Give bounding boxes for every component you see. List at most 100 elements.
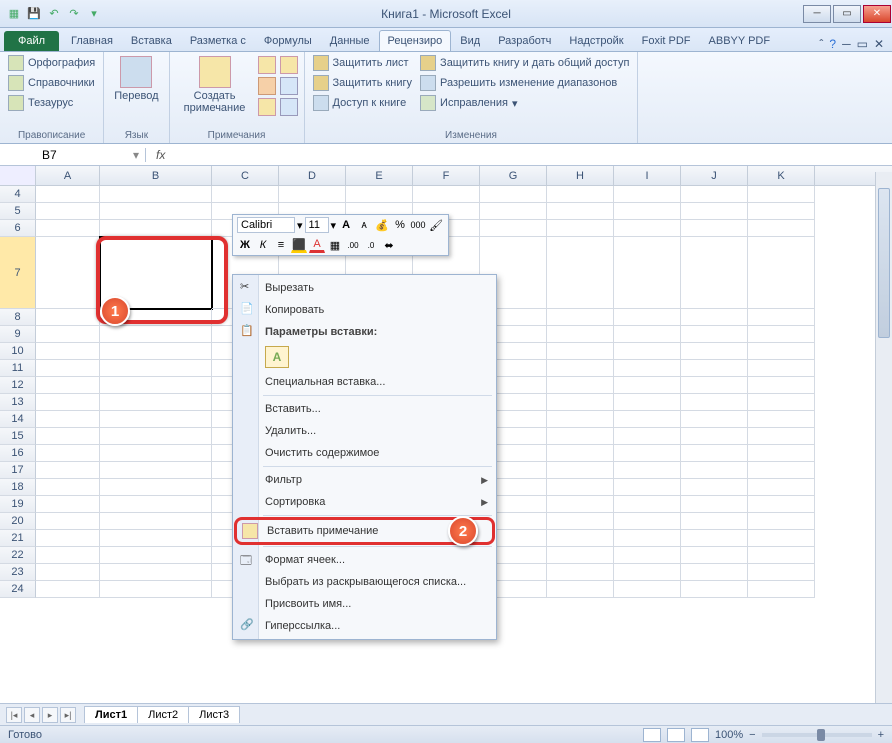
row-header[interactable]: 16 (0, 445, 36, 462)
cell[interactable] (36, 496, 100, 513)
row-header[interactable]: 13 (0, 394, 36, 411)
prev-sheet-icon[interactable]: ◂ (24, 707, 40, 723)
cell[interactable] (614, 445, 681, 462)
cell[interactable] (748, 186, 815, 203)
cell[interactable] (36, 377, 100, 394)
cell[interactable] (614, 513, 681, 530)
next-comment-icon[interactable] (280, 56, 298, 74)
protect-workbook-button[interactable]: Защитить книгу (311, 74, 415, 92)
menu-pick-from-list[interactable]: Выбрать из раскрывающегося списка... (235, 571, 494, 593)
comma-format-icon[interactable]: 000 (410, 217, 426, 233)
protect-sheet-button[interactable]: Защитить лист (311, 54, 415, 72)
cell[interactable] (547, 462, 614, 479)
cell[interactable] (100, 186, 212, 203)
select-all-corner[interactable] (0, 166, 36, 185)
cell[interactable] (100, 547, 212, 564)
column-header[interactable]: H (547, 166, 614, 185)
doc-minimize-icon[interactable]: ─ (842, 37, 851, 51)
cell[interactable] (681, 411, 748, 428)
delete-comment-icon[interactable] (258, 77, 276, 95)
cell[interactable] (100, 394, 212, 411)
column-header[interactable]: D (279, 166, 346, 185)
row-header[interactable]: 8 (0, 309, 36, 326)
row-header[interactable]: 19 (0, 496, 36, 513)
page-layout-view-icon[interactable] (667, 728, 685, 742)
menu-delete[interactable]: Удалить... (235, 420, 494, 442)
cell[interactable] (36, 220, 100, 237)
cell[interactable] (36, 581, 100, 598)
save-icon[interactable]: 💾 (26, 6, 42, 22)
first-sheet-icon[interactable]: |◂ (6, 707, 22, 723)
sheet-tab[interactable]: Лист2 (137, 706, 189, 723)
normal-view-icon[interactable] (643, 728, 661, 742)
cell[interactable] (748, 479, 815, 496)
cell[interactable] (681, 394, 748, 411)
cell[interactable] (547, 309, 614, 326)
cell[interactable] (100, 445, 212, 462)
minimize-button[interactable]: ─ (803, 5, 831, 23)
cell[interactable] (681, 462, 748, 479)
menu-format-cells[interactable]: 🗔Формат ячеек... (235, 549, 494, 571)
cell[interactable] (36, 428, 100, 445)
column-header[interactable]: K (748, 166, 815, 185)
cell[interactable] (681, 496, 748, 513)
cell[interactable] (748, 513, 815, 530)
row-header[interactable]: 6 (0, 220, 36, 237)
cell[interactable] (100, 428, 212, 445)
column-header[interactable]: C (212, 166, 279, 185)
research-button[interactable]: Справочники (6, 74, 97, 92)
cell[interactable] (681, 237, 748, 309)
cell[interactable] (614, 462, 681, 479)
cell[interactable] (614, 547, 681, 564)
doc-close-icon[interactable]: ✕ (874, 37, 884, 51)
cell[interactable] (100, 326, 212, 343)
cell[interactable] (36, 343, 100, 360)
menu-filter[interactable]: Фильтр▶ (235, 469, 494, 491)
cell[interactable] (547, 394, 614, 411)
menu-cut[interactable]: ✂Вырезать (235, 277, 494, 299)
format-painter-icon[interactable]: 🖌 (428, 217, 444, 233)
row-header[interactable]: 9 (0, 326, 36, 343)
ribbon-tab-7[interactable]: Разработч (489, 30, 560, 51)
cell[interactable] (614, 220, 681, 237)
cell[interactable] (748, 394, 815, 411)
cell[interactable] (100, 513, 212, 530)
cell[interactable] (212, 186, 279, 203)
cell[interactable] (100, 203, 212, 220)
ribbon-tab-9[interactable]: Foxit PDF (633, 30, 700, 51)
cell[interactable] (547, 564, 614, 581)
menu-insert[interactable]: Вставить... (235, 398, 494, 420)
cell[interactable] (681, 564, 748, 581)
column-header[interactable]: B (100, 166, 212, 185)
column-header[interactable]: F (413, 166, 480, 185)
cell[interactable] (681, 326, 748, 343)
cell[interactable] (614, 581, 681, 598)
cell[interactable] (681, 220, 748, 237)
cell[interactable] (100, 479, 212, 496)
cell[interactable] (547, 513, 614, 530)
zoom-in-icon[interactable]: + (878, 729, 884, 741)
cell[interactable] (614, 394, 681, 411)
cell[interactable] (681, 479, 748, 496)
cell[interactable] (681, 377, 748, 394)
ribbon-minimize-icon[interactable]: ˆ (819, 37, 823, 51)
allow-ranges-button[interactable]: Разрешить изменение диапазонов (418, 74, 631, 92)
cell[interactable] (36, 445, 100, 462)
next-sheet-icon[interactable]: ▸ (42, 707, 58, 723)
bold-icon[interactable]: Ж (237, 237, 253, 253)
ribbon-tab-3[interactable]: Формулы (255, 30, 321, 51)
ribbon-tab-6[interactable]: Вид (451, 30, 489, 51)
menu-clear-contents[interactable]: Очистить содержимое (235, 442, 494, 464)
align-icon[interactable]: ≡ (273, 237, 289, 253)
close-button[interactable]: ✕ (863, 5, 891, 23)
edit-comment-icon[interactable] (258, 56, 276, 74)
cell[interactable] (480, 186, 547, 203)
column-header[interactable]: J (681, 166, 748, 185)
cell[interactable] (614, 428, 681, 445)
fx-label[interactable]: fx (146, 148, 175, 162)
cell[interactable] (748, 309, 815, 326)
percent-format-icon[interactable]: % (392, 217, 408, 233)
cell[interactable] (100, 343, 212, 360)
paste-option-values[interactable]: A (265, 346, 289, 368)
sheet-tab[interactable]: Лист3 (188, 706, 240, 723)
